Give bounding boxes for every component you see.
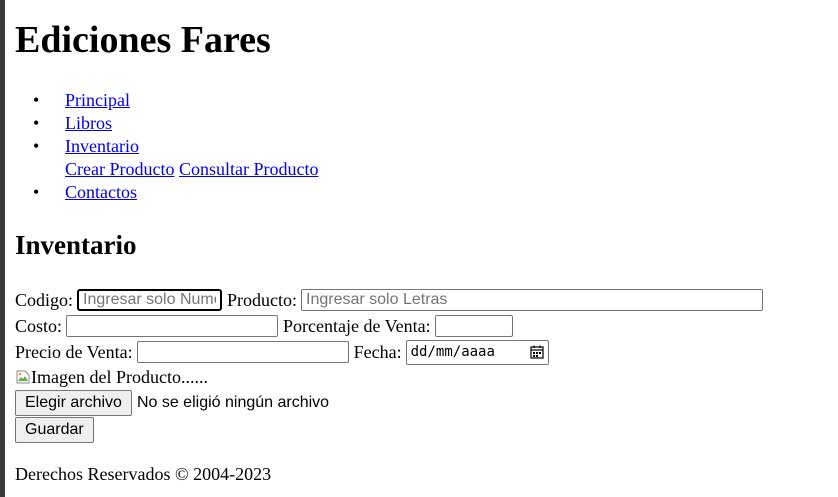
bullet-icon: • bbox=[33, 182, 40, 202]
bullet-icon: • bbox=[33, 136, 40, 156]
site-title: Ediciones Fares bbox=[15, 19, 271, 61]
nav-link-principal[interactable]: Principal bbox=[65, 90, 130, 110]
costo-input[interactable] bbox=[66, 315, 279, 337]
nav-item-libros: • Libros bbox=[15, 112, 318, 135]
producto-input[interactable] bbox=[301, 289, 764, 311]
footer-text: Derechos Reservados © 2004-2023 bbox=[15, 464, 272, 484]
left-border bbox=[0, 0, 5, 497]
porcentaje-input[interactable] bbox=[434, 315, 513, 337]
bullet-icon: • bbox=[33, 90, 40, 110]
form-row: Codigo: Producto: bbox=[15, 287, 825, 313]
codigo-input[interactable] bbox=[77, 289, 223, 311]
fecha-placeholder: dd/mm/aaaa bbox=[410, 344, 495, 360]
broken-image-icon bbox=[16, 370, 30, 384]
precio-label: Precio de Venta: bbox=[15, 341, 133, 362]
nav-item-principal: • Principal bbox=[15, 89, 318, 112]
precio-input[interactable] bbox=[136, 341, 349, 363]
section-title: Inventario bbox=[15, 230, 137, 260]
nav-item-contactos: • Contactos bbox=[15, 181, 318, 204]
nav-link-contactos[interactable]: Contactos bbox=[65, 182, 137, 202]
bullet-icon: • bbox=[33, 113, 40, 133]
nav-link-inventario[interactable]: Inventario bbox=[65, 136, 139, 156]
calendar-icon[interactable] bbox=[530, 345, 544, 359]
file-input: Elegir archivo No se eligió ningún archi… bbox=[15, 389, 825, 416]
nav-link-libros[interactable]: Libros bbox=[65, 113, 112, 133]
form-row: Costo: Porcentaje de Venta: bbox=[15, 313, 825, 339]
codigo-label: Codigo: bbox=[15, 289, 74, 310]
save-button[interactable]: Guardar bbox=[15, 417, 94, 443]
porcentaje-label: Porcentaje de Venta: bbox=[283, 315, 431, 336]
product-image: Imagen del Producto...... bbox=[15, 366, 825, 388]
save-row: Guardar bbox=[15, 417, 825, 443]
fecha-input[interactable]: dd/mm/aaaa bbox=[405, 339, 549, 365]
inventory-form: Codigo: Producto: Costo: Porcentaje de V… bbox=[15, 287, 825, 443]
nav-link-consultar-producto[interactable]: Consultar Producto bbox=[179, 159, 319, 179]
choose-file-button[interactable]: Elegir archivo bbox=[15, 389, 132, 416]
nav-item-inventario: • Inventario Crear Producto Consultar Pr… bbox=[15, 135, 318, 181]
file-status: No se eligió ningún archivo bbox=[136, 393, 330, 411]
inventario-submenu: Crear Producto Consultar Producto bbox=[65, 158, 318, 181]
main-nav: • Principal • Libros • Inventario Crear … bbox=[15, 89, 318, 204]
producto-label: Producto: bbox=[227, 289, 298, 310]
costo-label: Costo: bbox=[15, 315, 63, 336]
form-row: Precio de Venta: Fecha: dd/mm/aaaa bbox=[15, 339, 825, 365]
fecha-label: Fecha: bbox=[353, 341, 402, 362]
product-image-alt-text: Imagen del Producto...... bbox=[31, 366, 208, 387]
nav-link-crear-producto[interactable]: Crear Producto bbox=[65, 159, 174, 179]
